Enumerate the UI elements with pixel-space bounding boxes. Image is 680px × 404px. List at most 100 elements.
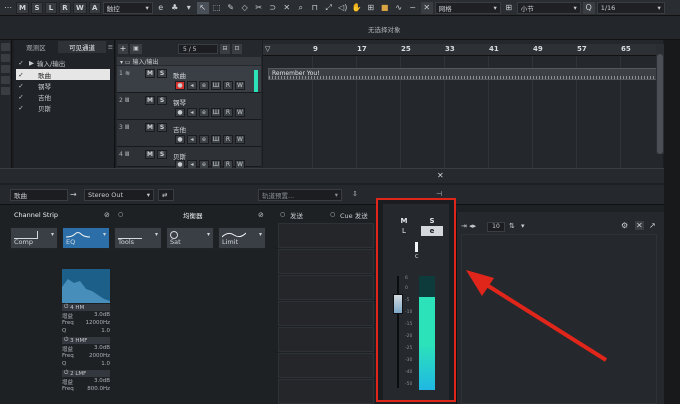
visibility-item[interactable]: ✓ 吉他 (16, 91, 110, 102)
expand-icon[interactable]: ▶ (29, 59, 34, 67)
edit-icon[interactable]: e (199, 108, 209, 117)
insert-tools[interactable]: ▾ Tools (114, 227, 162, 249)
solo-button[interactable]: S (157, 69, 167, 78)
insert-limit[interactable]: ▾ Limit (218, 227, 266, 249)
eq-spectrum-graph[interactable] (62, 269, 110, 303)
eq-param-row[interactable]: Freq 800.0Hz (62, 386, 110, 393)
arrow-right-icon[interactable]: → (70, 190, 77, 199)
radio-icon[interactable]: ○ (280, 211, 285, 218)
chevron-down-icon[interactable]: ▾ (207, 231, 210, 238)
add-track-icon[interactable]: + (118, 44, 128, 54)
read-button[interactable]: R (223, 81, 233, 90)
snap-toggle-icon[interactable]: ✕ (420, 1, 433, 14)
visibility-item-selected[interactable]: ✓ 歌曲 (16, 69, 110, 80)
range-icon[interactable]: ⬚ (211, 2, 223, 14)
gear-icon[interactable]: ⚙ (621, 221, 628, 230)
toolbar-button-w[interactable]: W (72, 1, 87, 14)
folder-track[interactable]: ▾ ▭ 输入/输出 (117, 57, 261, 66)
tilde-icon[interactable]: ~ (407, 2, 419, 14)
eq-param-row[interactable]: 增益 3.0dB (62, 378, 110, 386)
radio-icon[interactable]: ○ (118, 211, 123, 218)
read-button[interactable]: R (223, 135, 233, 144)
ellipsis-icon[interactable]: ⋯ (2, 2, 14, 14)
edit-icon[interactable]: e (199, 81, 209, 90)
tool-mode-dropdown[interactable]: 触控 ▾ (102, 1, 153, 14)
menu-icon[interactable]: ≡ (106, 41, 115, 53)
close-icon[interactable]: ✕ (437, 171, 444, 180)
write-button[interactable]: W (235, 135, 245, 144)
save-icon[interactable]: ⇩ (352, 190, 358, 198)
collapse-icon[interactable]: ⊡ (232, 44, 242, 54)
power-icon[interactable]: ⏻ (64, 337, 68, 344)
track-name[interactable]: 贝斯 (173, 151, 251, 161)
chevron-down-icon[interactable]: ▾ (51, 231, 54, 238)
chevron-down-icon[interactable]: ▾ (103, 231, 106, 238)
eq-band-header[interactable]: ⏻ 4 HM (62, 304, 110, 311)
zone-button[interactable] (1, 76, 10, 84)
zone-button[interactable] (1, 65, 10, 73)
solo-button[interactable]: S (157, 96, 167, 105)
lanes-icon[interactable]: Ш (211, 81, 221, 90)
snap-icon[interactable]: ⊞ (365, 2, 377, 14)
track-row[interactable]: 2 Ⅲ M S 钢琴 ● ◂ e Ш R W (117, 93, 261, 120)
filter-icon[interactable]: ⊟ (220, 44, 230, 54)
toolbar-button-s[interactable]: S (30, 1, 43, 14)
zoom-icon[interactable]: ⌕ (295, 2, 307, 14)
channel-name-field[interactable]: 歌曲 (10, 189, 68, 201)
pointer-icon[interactable]: ↖ (196, 1, 209, 14)
eq-param-row[interactable]: Q 1.0 (62, 361, 110, 368)
solo-button[interactable]: S (157, 123, 167, 132)
value-field[interactable]: 10 (487, 222, 505, 232)
vertical-scrollbar[interactable] (656, 44, 664, 154)
toolbar-button-a[interactable]: A (88, 1, 101, 14)
chevron-down-icon[interactable]: ▾ (521, 222, 525, 230)
link-icon[interactable]: e (155, 2, 167, 14)
monitor-icon[interactable]: ◂ (187, 135, 197, 144)
track-row[interactable]: 1 ≋ M S 歌曲 ● ◂ e Ш R W (117, 66, 261, 93)
send-slot[interactable] (278, 275, 374, 300)
tab-sends[interactable]: 发送 (290, 209, 303, 220)
pencil-icon[interactable]: ✎ (225, 2, 237, 14)
check-icon[interactable]: ✓ (16, 71, 26, 79)
lanes-icon[interactable]: Ш (211, 135, 221, 144)
insert-sat[interactable]: ▾ Sat (166, 227, 214, 249)
eq-param-row[interactable]: Freq 2000Hz (62, 353, 110, 360)
edit-channel-button[interactable]: e (421, 226, 443, 236)
mute-tool-icon[interactable]: ✕ (281, 2, 293, 14)
hand-icon[interactable]: ✋ (351, 2, 363, 14)
tab-observe[interactable]: 观测区 (16, 41, 56, 53)
eq-param-row[interactable]: 增益 3.0dB (62, 312, 110, 320)
tab-cue-sends[interactable]: Cue 发送 (340, 209, 368, 220)
pan-indicator[interactable] (415, 242, 418, 252)
insert-eq[interactable]: ▾ EQ (62, 227, 110, 249)
send-slot[interactable] (278, 223, 374, 248)
track-row[interactable]: 3 Ⅲ M S 吉他 ● ◂ e Ш R W (117, 120, 261, 147)
monitor-icon[interactable]: ◂ (187, 108, 197, 117)
tab-visible-channels[interactable]: 可见通道 (58, 41, 106, 53)
eq-param-row[interactable]: 增益 3.0dB (62, 345, 110, 353)
mute-button[interactable]: M (145, 96, 155, 105)
mute-button[interactable]: M (145, 69, 155, 78)
glue-icon[interactable]: ⊃ (267, 2, 279, 14)
track-name[interactable]: 歌曲 (173, 70, 251, 80)
quantize-dropdown[interactable]: 1/16 ▾ (596, 1, 665, 14)
close-icon[interactable]: ✕ (635, 221, 644, 230)
automation-icon[interactable]: ♣ (169, 2, 181, 14)
radio-icon[interactable]: ○ (330, 211, 335, 218)
check-icon[interactable]: ✓ (16, 59, 26, 67)
write-button[interactable]: W (235, 108, 245, 117)
tab-eq[interactable]: 均衡器 (183, 209, 203, 220)
link-icon[interactable]: ⊘ (104, 211, 110, 219)
speaker-icon[interactable]: ◁) (337, 2, 349, 14)
scissors-icon[interactable]: ✂ (253, 2, 265, 14)
send-slot[interactable] (278, 353, 374, 378)
grid-label-dropdown[interactable]: 小节 ▾ (516, 1, 581, 14)
mute-button[interactable]: M (145, 150, 155, 159)
ruler-marker-icon[interactable]: ▽ (265, 45, 270, 53)
track-name[interactable]: 吉他 (173, 124, 251, 134)
eq-param-row[interactable]: Freq 12000Hz (62, 320, 110, 327)
check-icon[interactable]: ✓ (16, 82, 26, 90)
tab-channel-strip[interactable]: Channel Strip (14, 209, 58, 220)
check-icon[interactable]: ✓ (16, 93, 26, 101)
check-icon[interactable]: ✓ (16, 104, 26, 112)
